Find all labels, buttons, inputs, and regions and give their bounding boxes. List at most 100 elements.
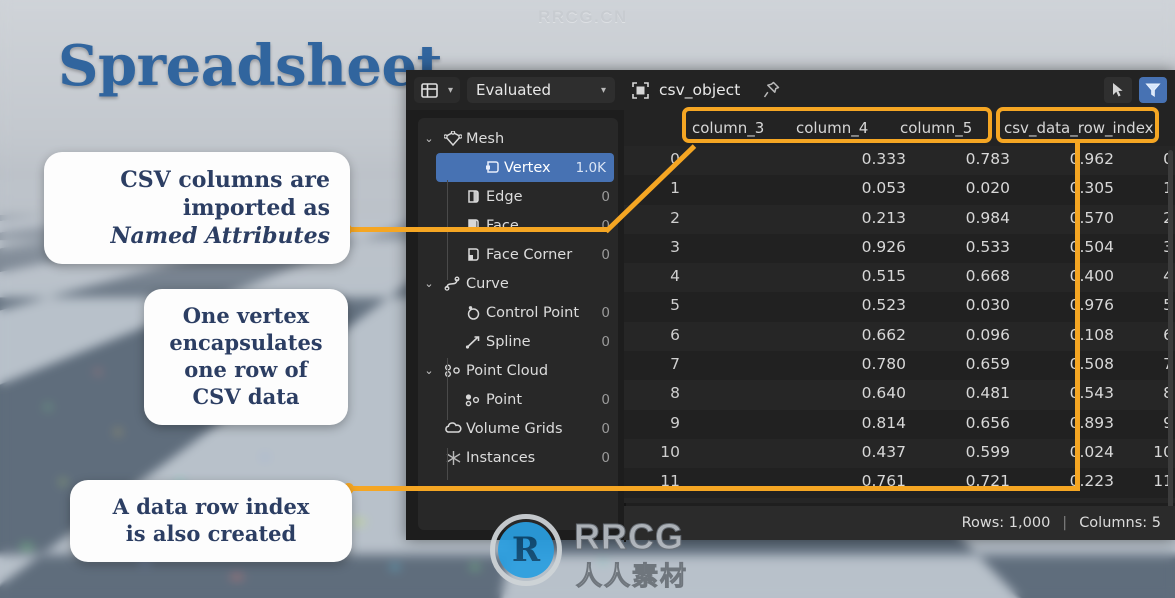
- tree-item-edge[interactable]: Edge 0: [418, 182, 618, 211]
- instances-icon: [440, 450, 466, 466]
- chevron-down-icon[interactable]: ⌄: [418, 132, 440, 145]
- table-cell-column_4: 0.030: [965, 296, 1010, 315]
- tree-item-vertex[interactable]: Vertex 1.0K: [436, 153, 614, 182]
- watermark-top-text: RRCG.CN: [538, 7, 628, 26]
- table-cell-column_4: 0.659: [965, 355, 1010, 374]
- watermark-logo: R RRCG 人人素材: [490, 512, 705, 593]
- callout-one-vertex: One vertex encapsulates one row of CSV d…: [144, 289, 348, 425]
- tree-item-control-point[interactable]: Control Point 0: [418, 298, 618, 327]
- tree-item-count: 0: [601, 391, 610, 408]
- table-row[interactable]: 10 0.437 0.599 0.024 10: [624, 438, 1175, 469]
- table-row[interactable]: 11 0.761 0.721 0.223 11: [624, 468, 1175, 498]
- point-icon: [460, 392, 486, 408]
- table-cell-csv_data_row_index: 5: [1093, 296, 1173, 314]
- annotation-line-2-vertical: [1075, 141, 1080, 489]
- table-cell-csv_data_row_index: 11: [1153, 472, 1173, 491]
- table-cell-column_4: 0.020: [965, 179, 1010, 198]
- vertex-icon: [478, 160, 504, 176]
- tree-item-label: Vertex: [504, 159, 551, 176]
- spline-icon: [460, 334, 486, 350]
- callout-csv-columns: CSV columns are imported as Named Attrib…: [44, 152, 350, 265]
- mesh-icon: [440, 130, 466, 147]
- dataset-selector-value: Evaluated: [476, 81, 552, 99]
- table-row[interactable]: 120.6150.5900.33012: [624, 497, 1175, 503]
- callout-row-index: A data row index is also created: [70, 480, 352, 562]
- logo-glyph: R: [511, 530, 541, 570]
- highlight-box-row-index: [996, 107, 1159, 143]
- object-field[interactable]: csv_object: [631, 81, 780, 100]
- editor-header-bar: ▾ Evaluated ▾ csv_object: [406, 70, 1175, 110]
- table-cell-column_4: 0.984: [965, 208, 1010, 227]
- spreadsheet-editor-icon: [421, 82, 438, 98]
- logo-subtext: 人人素材: [575, 562, 689, 593]
- table-cell-column_4: 0.668: [965, 267, 1010, 286]
- tree-item-count: 0: [601, 333, 610, 350]
- table-cell-csv_data_row_index: 0: [1093, 150, 1173, 168]
- callout-line: encapsulates: [169, 329, 323, 355]
- table-cell-column_4: 0.533: [965, 237, 1010, 256]
- tree-item-label: Mesh: [466, 130, 505, 147]
- table-cell-column_4: 0.481: [965, 384, 1010, 403]
- table-row[interactable]: 80.6400.4810.5438: [624, 380, 1175, 410]
- tree-item-instances[interactable]: Instances 0: [418, 443, 618, 472]
- tree-item-label: Edge: [486, 188, 523, 205]
- filter-button[interactable]: [1139, 77, 1167, 103]
- table-row[interactable]: 30.9260.5330.5043: [624, 233, 1175, 264]
- tree-item-label: Control Point: [486, 304, 580, 321]
- data-source-tree[interactable]: ⌄ Mesh Vertex 1.0K Edge 0 Face 0 Face Corner 0 ⌄ Cu…: [418, 118, 618, 530]
- spreadsheet-table[interactable]: column_3 column_4 column_5 csv_data_row_ind…: [624, 110, 1175, 542]
- table-cell-column_4: 0.656: [965, 413, 1010, 432]
- table-cell-csv_data_row_index: 8: [1093, 384, 1173, 402]
- table-row[interactable]: 00.3330.7830.9620: [624, 146, 1175, 176]
- vertical-scrollbar[interactable]: [1168, 150, 1173, 530]
- chevron-down-icon[interactable]: ⌄: [418, 277, 440, 290]
- table-row[interactable]: 40.5150.6680.4004: [624, 263, 1175, 293]
- table-row[interactable]: 20.2130.9840.5702: [624, 204, 1175, 234]
- table-row[interactable]: 50.5230.0300.9765: [624, 292, 1175, 322]
- table-cell-column_3: 0.615: [826, 502, 906, 503]
- status-bar: Rows: 1,000 | Columns: 5: [624, 506, 1175, 540]
- table-cell-csv_data_row_index: 9: [1093, 414, 1173, 432]
- page-title: Spreadsheet: [58, 33, 443, 99]
- editor-type-button[interactable]: ▾: [414, 77, 460, 103]
- table-body[interactable]: 00.3330.7830.962010.0530.0200.305120.213…: [624, 146, 1175, 503]
- tree-item-point-cloud[interactable]: ⌄ Point Cloud: [418, 356, 618, 385]
- callout-line: One vertex: [182, 303, 310, 328]
- tree-item-count: 1.0K: [575, 159, 606, 176]
- pin-icon[interactable]: [763, 81, 780, 99]
- tree-item-spline[interactable]: Spline 0: [418, 327, 618, 356]
- cursor-select-button[interactable]: [1104, 77, 1132, 103]
- tree-item-label: Instances: [466, 449, 536, 466]
- control-point-icon: [460, 305, 486, 321]
- object-data-icon: [632, 81, 649, 99]
- table-row[interactable]: 90.8140.6560.8939: [624, 409, 1175, 439]
- curve-icon: [440, 276, 466, 292]
- tree-guide-line: [447, 358, 448, 420]
- face-corner-icon: [460, 247, 486, 263]
- filter-funnel-icon: [1145, 83, 1161, 97]
- tree-item-curve[interactable]: ⌄ Curve: [418, 269, 618, 298]
- callout-line-italic: Named Attributes: [110, 223, 330, 250]
- table-cell-csv_data_row_index: 10: [1153, 442, 1173, 461]
- table-cell-column_4: 0.096: [965, 325, 1010, 344]
- tree-item-face[interactable]: Face 0: [418, 211, 618, 240]
- tree-item-mesh[interactable]: ⌄ Mesh: [418, 124, 618, 153]
- tree-item-face-corner[interactable]: Face Corner 0: [418, 240, 618, 269]
- table-row[interactable]: 60.6620.0960.1086: [624, 321, 1175, 352]
- table-row[interactable]: 70.7800.6590.5087: [624, 351, 1175, 381]
- tree-item-volume-grids[interactable]: Volume Grids 0: [418, 414, 618, 443]
- row-index-cell: 2: [670, 208, 680, 227]
- edge-icon: [460, 189, 486, 205]
- highlight-box-columns: [682, 107, 992, 143]
- tree-item-count: 0: [601, 420, 610, 437]
- table-cell-column_3: 0.515: [861, 267, 906, 286]
- object-name: csv_object: [659, 81, 741, 99]
- table-row[interactable]: 10.0530.0200.3051: [624, 175, 1175, 205]
- row-index-cell: 9: [670, 413, 680, 432]
- chevron-down-icon[interactable]: ⌄: [418, 364, 440, 377]
- tree-item-label: Face Corner: [486, 246, 573, 263]
- tree-item-point[interactable]: Point 0: [418, 385, 618, 414]
- table-cell-column_3: 0.814: [861, 413, 906, 432]
- dataset-selector[interactable]: Evaluated ▾: [467, 77, 615, 103]
- callout-line: is also created: [125, 520, 297, 546]
